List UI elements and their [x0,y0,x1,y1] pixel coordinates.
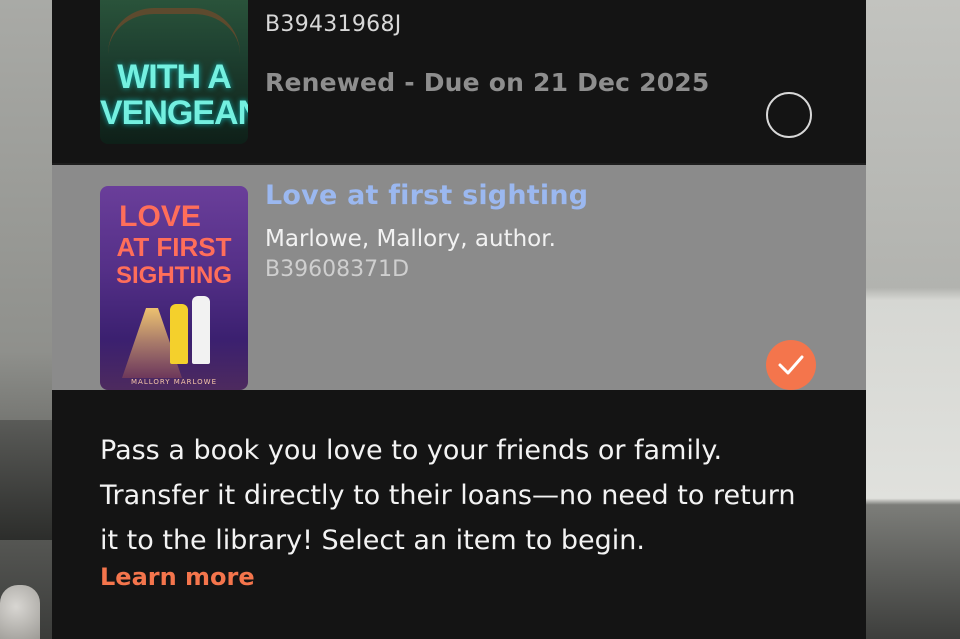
loan-barcode: B39608371D [265,257,410,282]
cover-art [108,8,240,54]
background-object [0,585,40,639]
cover-title-line: SIGHTING [115,262,232,289]
book-cover: WITH A VENGEANCE [100,0,248,144]
cover-title-line: AT FIRST [116,232,232,262]
transfer-info-text: Pass a book you love to your friends or … [100,435,796,556]
cover-title-line: LOVE [119,200,201,233]
select-radio-unchecked[interactable] [766,92,812,138]
background-shelf [0,420,52,540]
book-author: Marlowe, Mallory, author. [265,226,556,252]
learn-more-link[interactable]: Learn more [100,563,255,591]
loan-status: Renewed - Due on 21 Dec 2025 [265,68,710,97]
cover-title-line: WITH A [117,58,232,96]
loan-barcode: B39431968J [265,12,402,37]
background-right [866,0,960,639]
background-left [0,0,52,639]
select-check-icon[interactable] [766,340,816,390]
cover-art [192,296,210,364]
book-title[interactable]: Love at first sighting [265,180,588,211]
transfer-loans-panel: WITH A VENGEANCE B39431968J Renewed - Du… [52,0,866,639]
cover-author: MALLORY MARLOWE [130,378,217,386]
cover-title-line: VENGEANCE [100,94,248,132]
cover-art [170,304,188,364]
checkmark-icon [778,355,804,375]
book-cover: LOVE AT FIRST SIGHTING MALLORY MARLOWE [100,186,248,390]
